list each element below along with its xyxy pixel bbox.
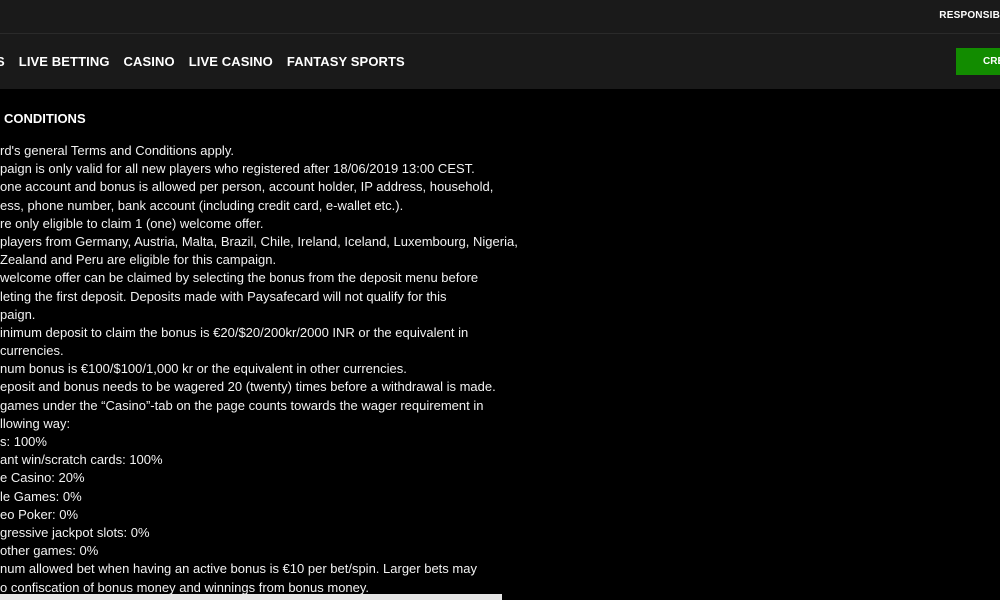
terms-line: inimum deposit to claim the bonus is €20… <box>0 324 469 340</box>
terms-line: ess, phone number, bank account (includi… <box>0 197 404 213</box>
terms-line: num bonus is €100/$100/1,000 kr or the e… <box>0 361 407 377</box>
nav-item-sports[interactable]: S <box>0 54 5 69</box>
terms-list: rd's general Terms and Conditions apply.… <box>0 142 518 597</box>
top-utility-bar: RESPONSIB <box>0 0 1000 34</box>
terms-line: welcome offer can be claimed by selectin… <box>0 270 479 286</box>
create-account-button[interactable]: CRE <box>956 48 1000 75</box>
terms-line: llowing way: <box>0 415 71 431</box>
terms-line: Zealand and Peru are eligible for this c… <box>0 252 277 268</box>
terms-line: re only eligible to claim 1 (one) welcom… <box>0 215 264 231</box>
nav-item-live-casino[interactable]: LIVE CASINO <box>189 54 273 69</box>
terms-line: gressive jackpot slots: 0% <box>0 524 150 540</box>
terms-line: paign is only valid for all new players … <box>0 161 475 177</box>
terms-line: paign. <box>0 306 36 322</box>
terms-line: s: 100% <box>0 434 47 449</box>
nav-item-live-betting[interactable]: LIVE BETTING <box>19 54 110 69</box>
terms-line: leting the first deposit. Deposits made … <box>0 288 447 304</box>
terms-content: & CONDITIONS rd's general Terms and Cond… <box>0 89 1000 600</box>
horizontal-scrollbar[interactable] <box>0 594 502 600</box>
terms-line: other games: 0% <box>0 543 99 559</box>
nav-menu: S LIVE BETTING CASINO LIVE CASINO FANTAS… <box>0 34 405 89</box>
terms-line: e Casino: 20% <box>0 470 85 486</box>
terms-line: players from Germany, Austria, Malta, Br… <box>0 233 518 249</box>
terms-line: games under the “Casino”-tab on the page… <box>0 397 484 413</box>
terms-line: one account and bonus is allowed per per… <box>0 179 494 195</box>
terms-line: eo Poker: 0% <box>0 506 79 522</box>
nav-item-fantasy-sports[interactable]: FANTASY SPORTS <box>287 54 405 69</box>
terms-line: currencies. <box>0 343 64 359</box>
terms-line: eposit and bonus needs to be wagered 20 … <box>0 379 496 395</box>
responsible-gaming-link[interactable]: RESPONSIB <box>939 10 1000 21</box>
terms-line: num allowed bet when having an active bo… <box>0 561 477 577</box>
terms-line: ant win/scratch cards: 100% <box>0 452 163 468</box>
terms-heading: & CONDITIONS <box>0 111 86 126</box>
main-navigation: S LIVE BETTING CASINO LIVE CASINO FANTAS… <box>0 34 1000 89</box>
terms-line: le Games: 0% <box>0 488 82 504</box>
nav-item-casino[interactable]: CASINO <box>124 54 175 69</box>
terms-line: rd's general Terms and Conditions apply. <box>0 143 234 158</box>
